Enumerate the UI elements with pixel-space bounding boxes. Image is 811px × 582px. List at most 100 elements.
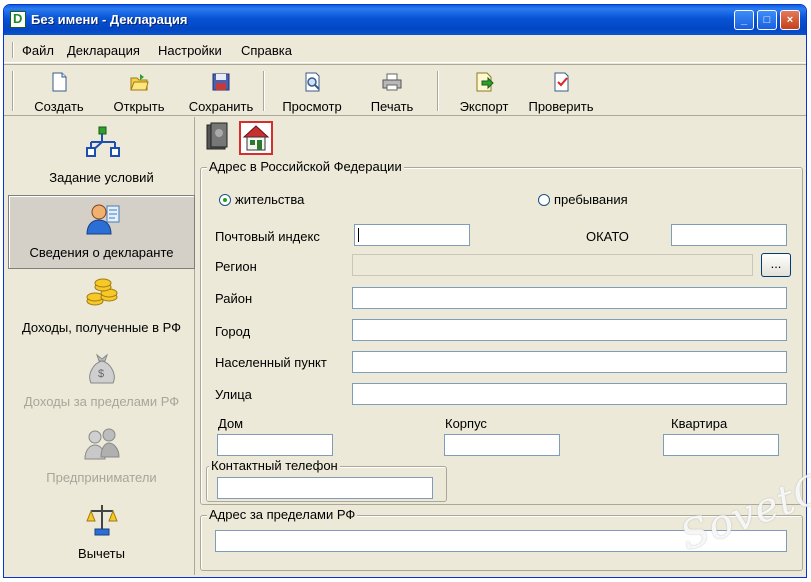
radio-residence-label: жительства (235, 192, 305, 207)
close-button[interactable]: × (780, 10, 800, 30)
sidebar-item-label: Вычеты (78, 546, 125, 561)
entrepreneurs-icon (83, 428, 120, 460)
street-input[interactable] (353, 384, 786, 404)
locality-label: Населенный пункт (215, 355, 327, 370)
phone-input[interactable] (218, 478, 432, 498)
person-card-icon (85, 204, 119, 235)
passport-icon (206, 122, 228, 150)
radio-stay[interactable]: пребывания (538, 192, 628, 207)
export-button[interactable]: Экспорт (441, 69, 527, 115)
house-field[interactable] (217, 434, 333, 456)
toolbar-grip (12, 71, 14, 111)
district-field[interactable] (352, 287, 787, 309)
menu-grip (12, 42, 14, 58)
sidebar-item-declarant[interactable]: Сведения о декларанте (8, 195, 195, 269)
city-label: Город (215, 324, 251, 339)
house-input[interactable] (218, 435, 332, 455)
locality-field[interactable] (352, 351, 787, 373)
region-browse-button[interactable]: ... (761, 253, 791, 277)
sidebar-item-conditions[interactable]: Задание условий (8, 121, 195, 195)
postal-index-label: Почтовый индекс (215, 229, 320, 244)
preview-magnifier-icon (305, 72, 320, 92)
house-icon (242, 125, 270, 151)
save-label: Сохранить (188, 99, 254, 114)
menu-declaration[interactable]: Декларация (67, 43, 140, 58)
svg-text:$: $ (98, 368, 104, 380)
check-document-icon (554, 72, 569, 92)
locality-input[interactable] (353, 352, 786, 372)
sidebar-item-deductions[interactable]: Вычеты (8, 497, 195, 571)
sidebar-item-income-rf[interactable]: Доходы, полученные в РФ (8, 271, 195, 345)
phone-group: Контактный телефон (206, 458, 447, 502)
open-label: Открыть (113, 99, 165, 114)
menu-help[interactable]: Справка (241, 43, 292, 58)
street-field[interactable] (352, 383, 787, 405)
create-label: Создать (34, 99, 84, 114)
phone-field[interactable] (217, 477, 433, 499)
apartment-field[interactable] (663, 434, 779, 456)
sidebar-item-label: Предприниматели (46, 470, 157, 485)
money-bag-icon: $ (88, 353, 115, 384)
street-label: Улица (215, 387, 252, 402)
okato-label: ОКАТО (586, 229, 629, 244)
phone-legend: Контактный телефон (209, 458, 340, 473)
sidebar-item-label: Сведения о декларанте (29, 245, 174, 260)
app-icon (10, 11, 26, 28)
new-document-icon (52, 72, 67, 92)
region-label: Регион (215, 259, 257, 274)
conditions-tree-icon (85, 126, 120, 157)
radio-dot (538, 194, 550, 206)
radio-residence[interactable]: жительства (219, 192, 304, 207)
print-button[interactable]: Печать (349, 69, 435, 115)
export-label: Экспорт (459, 99, 509, 114)
radio-stay-label: пребывания (554, 192, 628, 207)
menu-file[interactable]: Файл (22, 43, 54, 58)
radio-dot (219, 194, 231, 206)
sidebar: Задание условий Сведения о декларанте До… (6, 117, 195, 575)
district-input[interactable] (353, 288, 786, 308)
address-rf-legend: Адрес в Российской Федерации (207, 159, 404, 174)
maximize-button[interactable]: □ (757, 10, 777, 30)
okato-input[interactable] (672, 225, 786, 245)
minimize-button[interactable]: _ (734, 10, 754, 30)
scales-icon (85, 505, 118, 536)
apartment-label: Квартира (671, 416, 728, 431)
toolbar: Создать Открыть Сохранить Просмотр Печат… (4, 64, 806, 116)
sidebar-item-label: Доходы за пределами РФ (23, 394, 180, 409)
sidebar-item-entrepreneurs[interactable]: Предприниматели (8, 421, 195, 495)
printer-icon (382, 73, 402, 91)
open-button[interactable]: Открыть (96, 69, 182, 115)
preview-button[interactable]: Просмотр (269, 69, 355, 115)
sidebar-item-income-abroad[interactable]: $ Доходы за пределами РФ (8, 345, 195, 419)
floppy-disk-icon (212, 73, 230, 91)
house-label: Дом (218, 416, 244, 431)
check-label: Проверить (528, 99, 594, 114)
open-folder-icon (130, 74, 149, 91)
export-icon (476, 72, 494, 92)
postal-index-field[interactable] (354, 224, 470, 246)
building-label: Корпус (445, 416, 487, 431)
okato-field[interactable] (671, 224, 787, 246)
preview-label: Просмотр (282, 99, 342, 114)
tab-personal-data[interactable] (203, 121, 237, 155)
city-input[interactable] (353, 320, 786, 340)
coins-icon (86, 278, 117, 306)
postal-index-input[interactable] (355, 225, 469, 245)
menu-bar: Файл Декларация Настройки Справка (4, 35, 806, 63)
sidebar-item-label: Задание условий (49, 170, 154, 185)
city-field[interactable] (352, 319, 787, 341)
district-label: Район (215, 291, 253, 306)
menu-settings[interactable]: Настройки (158, 43, 222, 58)
title-bar[interactable]: Без имени - Декларация _ □ × (4, 5, 806, 35)
check-button[interactable]: Проверить (518, 69, 604, 115)
apartment-input[interactable] (664, 435, 778, 455)
building-field[interactable] (444, 434, 560, 456)
save-button[interactable]: Сохранить (178, 69, 264, 115)
create-button[interactable]: Создать (16, 69, 102, 115)
toolbar-separator (263, 71, 265, 111)
building-input[interactable] (445, 435, 559, 455)
sidebar-item-label: Доходы, полученные в РФ (21, 320, 182, 335)
address-rf-group: Адрес в Российской Федерации жительства … (200, 159, 803, 505)
region-field (352, 254, 753, 276)
tab-address[interactable] (239, 121, 273, 155)
